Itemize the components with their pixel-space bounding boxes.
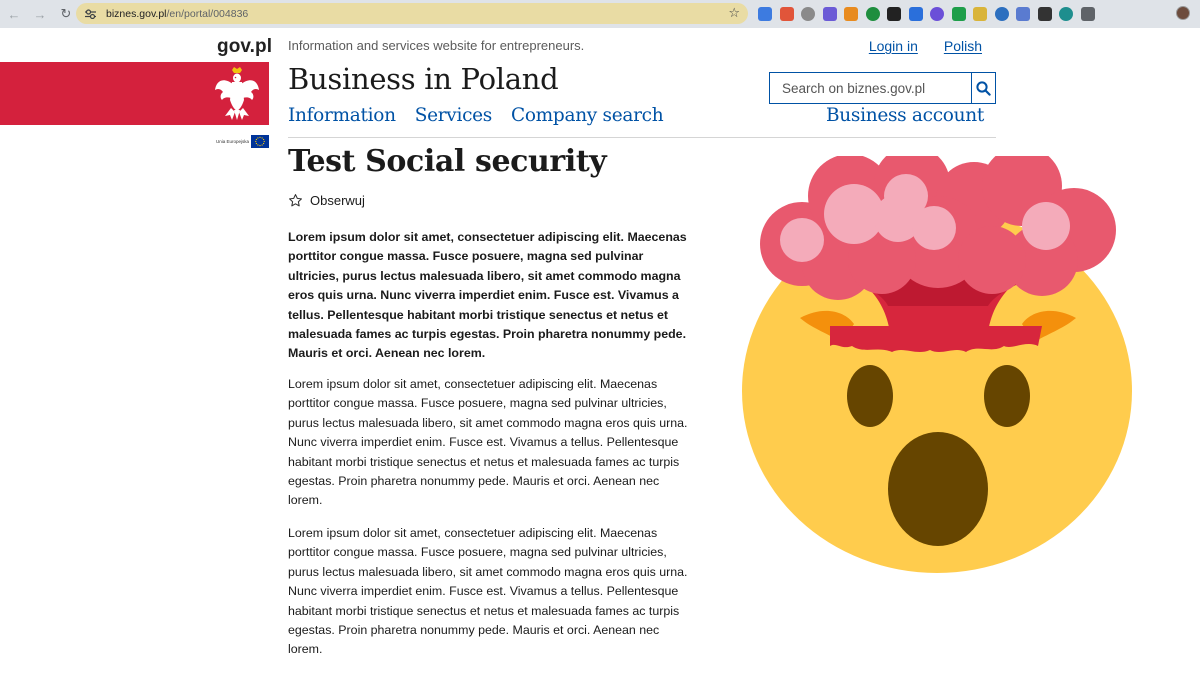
language-link[interactable]: Polish xyxy=(944,38,982,54)
address-bar[interactable]: biznes.gov.pl/en/portal/004836 ☆ xyxy=(76,3,748,24)
top-links: Login in Polish xyxy=(869,38,982,54)
business-account-link[interactable]: Business account xyxy=(826,105,984,126)
browser-extension-icon[interactable] xyxy=(1059,7,1073,21)
browser-extension-icon[interactable] xyxy=(908,7,923,21)
header-divider xyxy=(288,137,996,138)
back-arrow-icon[interactable]: ← xyxy=(4,4,24,24)
gov-pl-logo[interactable]: gov.pl xyxy=(217,36,272,58)
browser-extension-icon[interactable] xyxy=(973,7,987,21)
extensions-bar xyxy=(758,5,1102,23)
eu-flag-icon xyxy=(251,135,269,148)
site-tagline: Information and services website for ent… xyxy=(288,38,585,53)
star-outline-icon xyxy=(289,194,302,207)
browser-extension-icon[interactable] xyxy=(951,7,966,21)
page-title: Test Social security xyxy=(288,144,607,179)
browser-extension-icon[interactable] xyxy=(930,7,944,21)
browser-extension-icon[interactable] xyxy=(994,7,1009,21)
nav-services[interactable]: Services xyxy=(415,105,493,126)
nav-information[interactable]: Information xyxy=(288,105,396,126)
follow-label: Obserwuj xyxy=(310,193,365,208)
exploding-head-emoji-icon xyxy=(742,156,1132,573)
browser-extension-icon[interactable] xyxy=(1016,7,1030,21)
profile-avatar[interactable] xyxy=(1176,6,1190,20)
browser-extension-icon[interactable] xyxy=(779,7,794,21)
browser-extension-icon[interactable] xyxy=(844,7,858,21)
reload-icon[interactable]: ↻ xyxy=(56,4,76,24)
browser-extension-icon[interactable] xyxy=(1080,7,1095,21)
browser-extension-icon[interactable] xyxy=(1037,7,1052,21)
login-link[interactable]: Login in xyxy=(869,38,918,54)
forward-arrow-icon[interactable]: → xyxy=(30,4,50,24)
browser-extension-icon[interactable] xyxy=(865,7,880,21)
url-text: biznes.gov.pl/en/portal/004836 xyxy=(106,8,248,20)
url-path: /en/portal/004836 xyxy=(166,7,249,20)
url-host: biznes.gov.pl xyxy=(106,7,167,20)
white-eagle-emblem-icon xyxy=(215,67,259,120)
browser-extension-icon[interactable] xyxy=(822,7,837,21)
browser-extension-icon[interactable] xyxy=(801,7,815,21)
follow-button[interactable]: Obserwuj xyxy=(288,193,365,208)
search-form xyxy=(769,72,996,104)
search-icon xyxy=(976,80,991,96)
search-input[interactable] xyxy=(770,73,971,103)
browser-toolbar: ← → ↻ biznes.gov.pl/en/portal/004836 ☆ xyxy=(0,0,1200,28)
bookmark-star-icon[interactable]: ☆ xyxy=(728,5,740,21)
main-navigation: Information Services Company search xyxy=(288,105,664,126)
search-button[interactable] xyxy=(971,73,995,103)
site-settings-icon[interactable] xyxy=(84,8,96,20)
lead-paragraph: Lorem ipsum dolor sit amet, consectetuer… xyxy=(288,230,687,361)
site-title[interactable]: Business in Poland xyxy=(288,62,559,96)
browser-extension-icon[interactable] xyxy=(887,7,901,21)
nav-company-search[interactable]: Company search xyxy=(511,105,664,126)
body-paragraph: Lorem ipsum dolor sit amet, consectetuer… xyxy=(288,377,688,508)
eu-label: Unia Europejska xyxy=(216,139,250,144)
body-paragraph: Lorem ipsum dolor sit amet, consectetuer… xyxy=(288,526,688,657)
browser-extension-icon[interactable] xyxy=(758,7,772,21)
